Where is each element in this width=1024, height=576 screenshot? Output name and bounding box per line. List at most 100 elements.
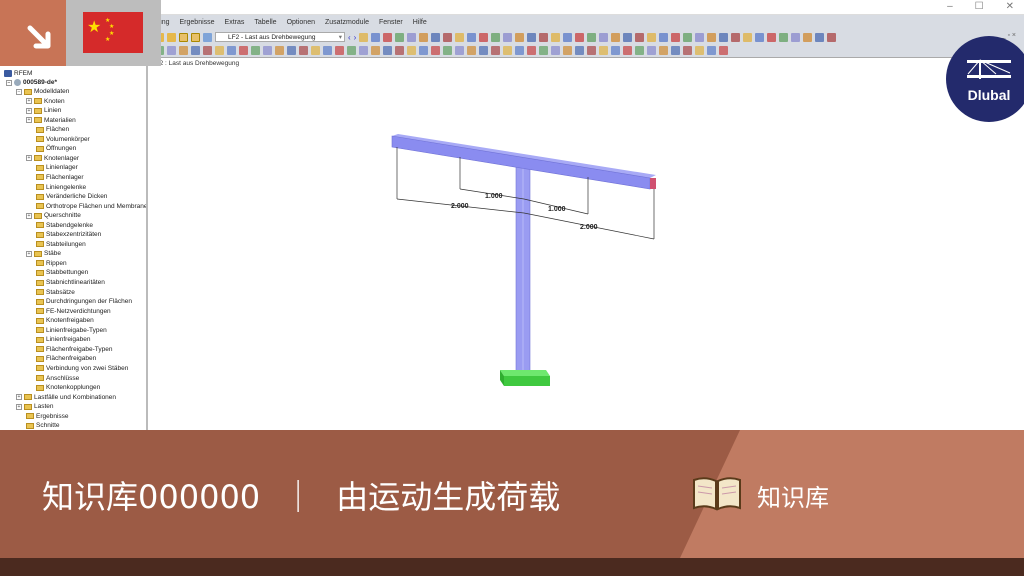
toolbar-button-icon[interactable] [683, 32, 693, 42]
toolbar-button-icon[interactable] [479, 46, 488, 55]
knowledge-base-link[interactable]: 知识库 [757, 478, 829, 513]
toolbar-button-icon[interactable] [707, 46, 716, 55]
tree-item[interactable]: + Knotenlager [26, 154, 79, 163]
toolbar-button-icon[interactable] [731, 32, 741, 42]
expand-icon[interactable]: + [26, 212, 32, 219]
toolbar-button-icon[interactable] [779, 32, 789, 42]
toolbar-button-icon[interactable] [563, 46, 572, 55]
toolbar-button-icon[interactable] [503, 46, 512, 55]
toolbar-button-icon[interactable] [743, 32, 753, 42]
tree-item[interactable]: Flächenfreigabe-Typen [26, 345, 113, 354]
tree-item[interactable]: Knotenkopplungen [26, 383, 100, 392]
toolbar-button-icon[interactable] [611, 46, 620, 55]
toolbar-button-icon[interactable] [443, 32, 453, 42]
toolbar-button-icon[interactable] [551, 46, 560, 55]
tree-item[interactable]: + Materialien [26, 116, 76, 125]
tree-item[interactable]: Stabexzentrizitäten [26, 230, 101, 239]
minimize-button[interactable]: – [947, 1, 953, 12]
menu-item[interactable]: Ergebnisse [180, 19, 215, 26]
toolbar-button-icon[interactable] [539, 32, 549, 42]
toolbar-button-icon[interactable] [431, 46, 440, 55]
toolbar-button-icon[interactable] [275, 46, 284, 55]
toolbar-button-icon[interactable] [191, 46, 200, 55]
toolbar-button-icon[interactable] [755, 32, 765, 42]
view2-icon[interactable] [191, 32, 200, 42]
tree-item[interactable]: Knotenfreigaben [26, 316, 94, 325]
toolbar-button-icon[interactable] [479, 32, 489, 42]
toolbar-button-icon[interactable] [551, 32, 561, 42]
toolbar-button-icon[interactable] [347, 46, 356, 55]
toolbar-button-icon[interactable] [815, 32, 825, 42]
loadcase-select[interactable]: LF2 - Last aus Drehbewegung ▾ [215, 32, 345, 42]
menu-item[interactable]: Extras [225, 19, 245, 26]
tree-item[interactable]: Stabendgelenke [26, 221, 93, 230]
toolbar-button-icon[interactable] [587, 32, 597, 42]
toolbar-button-icon[interactable] [395, 32, 405, 42]
toolbar-button-icon[interactable] [539, 46, 548, 55]
toolbar-button-icon[interactable] [311, 46, 320, 55]
menu-item[interactable]: Hilfe [413, 19, 427, 26]
toolbar-button-icon[interactable] [443, 46, 452, 55]
toolbar-button-icon[interactable] [587, 46, 596, 55]
tree-item[interactable]: Stabteilungen [26, 240, 86, 249]
next-loadcase-icon[interactable]: › [354, 33, 357, 42]
toolbar-button-icon[interactable] [203, 46, 212, 55]
tree-item[interactable]: Rippen [26, 259, 67, 268]
toolbar-button-icon[interactable] [563, 32, 573, 42]
toolbar-button-icon[interactable] [299, 46, 308, 55]
toolbar-button-icon[interactable] [611, 32, 621, 42]
china-flag-icon[interactable]: ★ ★ ★ ★ ★ [83, 12, 143, 53]
tree-item[interactable]: Flächenlager [26, 173, 84, 182]
toolbar-button-icon[interactable] [527, 32, 537, 42]
toolbar-button-icon[interactable] [683, 46, 692, 55]
toolbar-button-icon[interactable] [491, 46, 500, 55]
toolbar-button-icon[interactable] [455, 32, 465, 42]
tree-item[interactable]: + Knoten [26, 97, 65, 106]
toolbar-button-icon[interactable] [251, 46, 260, 55]
toolbar-button-icon[interactable] [407, 46, 416, 55]
toolbar-button-icon[interactable] [647, 46, 656, 55]
collapse-icon[interactable]: − [6, 79, 12, 86]
toolbar-button-icon[interactable] [383, 32, 393, 42]
tree-item[interactable]: Verbindung von zwei Stäben [26, 364, 128, 373]
toolbar-button-icon[interactable] [239, 46, 248, 55]
tree-item[interactable]: Liniengelenke [26, 183, 86, 192]
toolbar-button-icon[interactable] [695, 32, 705, 42]
toolbar-button-icon[interactable] [707, 32, 717, 42]
tree-item[interactable]: + Lasten [16, 402, 54, 411]
tree-item[interactable]: Stabbettungen [26, 268, 88, 277]
tree-item[interactable]: Schnitte [16, 421, 60, 430]
tree-item[interactable]: + Lastfälle und Kombinationen [16, 393, 116, 402]
toolbar-button-icon[interactable] [359, 46, 368, 55]
toolbar-button-icon[interactable] [467, 32, 477, 42]
menu-item[interactable]: Tabelle [254, 19, 276, 26]
toolbar-button-icon[interactable] [431, 32, 441, 42]
tree-item[interactable]: + Stäbe [26, 249, 61, 258]
prev-loadcase-icon[interactable]: ‹ [348, 33, 351, 42]
tree-item[interactable]: Veränderliche Dicken [26, 192, 107, 201]
expand-icon[interactable]: + [16, 394, 22, 401]
toolbar-button-icon[interactable] [635, 32, 645, 42]
tree-item[interactable]: Öffnungen [26, 144, 76, 153]
toolbar-button-icon[interactable] [167, 46, 176, 55]
toolbar-button-icon[interactable] [599, 32, 609, 42]
tree-project[interactable]: − 000589-de* [6, 78, 57, 87]
toolbar-button-icon[interactable] [767, 32, 777, 42]
tree-item[interactable]: + Querschnitte [26, 211, 81, 220]
toolbar-button-icon[interactable] [335, 46, 344, 55]
tree-item[interactable]: Stabsätze [26, 288, 75, 297]
tree-item[interactable]: Ergebnisse [16, 412, 69, 421]
toolbar-button-icon[interactable] [371, 46, 380, 55]
toolbar-button-icon[interactable] [695, 46, 704, 55]
toolbar-button-icon[interactable] [371, 32, 381, 42]
toolbar-button-icon[interactable] [659, 46, 668, 55]
toolbar-button-icon[interactable] [575, 46, 584, 55]
toolbar-button-icon[interactable] [263, 46, 272, 55]
toolbar-button-icon[interactable] [719, 32, 729, 42]
toolbar-button-icon[interactable] [671, 32, 681, 42]
expand-icon[interactable]: − [16, 88, 22, 95]
toolbar-button-icon[interactable] [623, 32, 633, 42]
tree-item[interactable]: − Modelldaten [16, 87, 69, 96]
toolbar-button-icon[interactable] [455, 46, 464, 55]
tree-item[interactable]: Volumenkörper [26, 135, 90, 144]
